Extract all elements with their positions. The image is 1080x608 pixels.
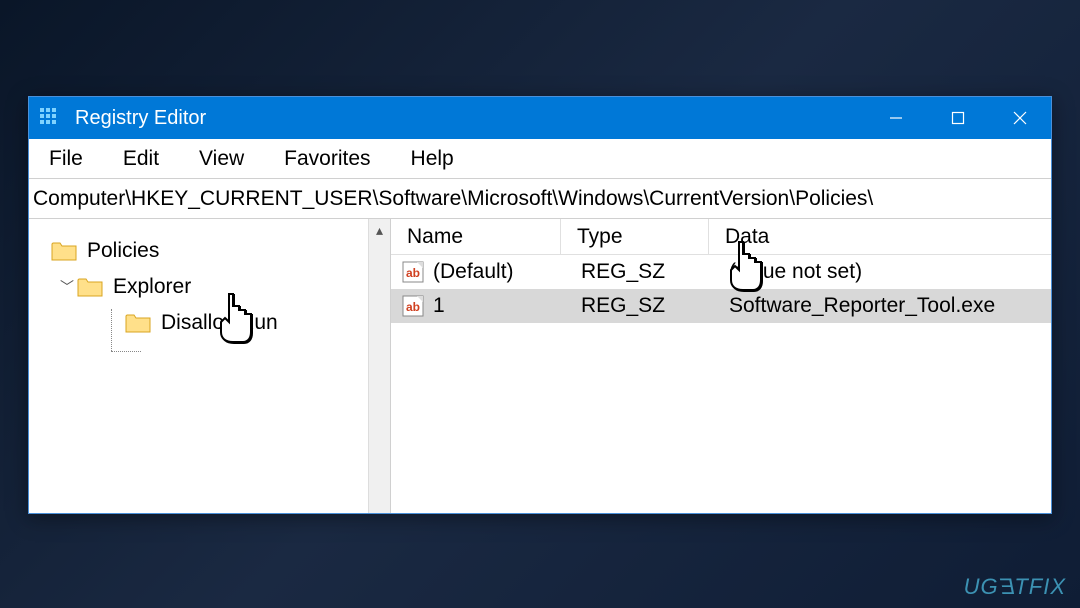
client-area: Policies ﹀ Explorer DisallowRun ▴	[29, 219, 1051, 513]
column-header-name[interactable]: Name	[391, 219, 561, 254]
values-pane[interactable]: Name Type Data ab (Default) REG_SZ (valu…	[391, 219, 1051, 513]
value-type: REG_SZ	[565, 260, 713, 284]
tree-label: DisallowRun	[161, 311, 278, 335]
folder-icon	[77, 276, 103, 298]
registry-editor-window: Registry Editor File Edit View Favorites…	[28, 96, 1052, 514]
tree-pane[interactable]: Policies ﹀ Explorer DisallowRun ▴	[29, 219, 391, 513]
value-data: (value not set)	[713, 260, 1051, 284]
menu-view[interactable]: View	[193, 143, 250, 175]
watermark: UGETFIX	[964, 574, 1066, 600]
menubar: File Edit View Favorites Help	[29, 139, 1051, 179]
value-data: Software_Reporter_Tool.exe	[713, 294, 1051, 318]
address-bar[interactable]: Computer\HKEY_CURRENT_USER\Software\Micr…	[29, 179, 1051, 219]
column-header-type[interactable]: Type	[561, 219, 709, 254]
menu-favorites[interactable]: Favorites	[278, 143, 376, 175]
string-value-icon: ab	[401, 294, 425, 318]
maximize-button[interactable]	[927, 97, 989, 139]
address-path: Computer\HKEY_CURRENT_USER\Software\Micr…	[33, 187, 873, 211]
window-controls	[865, 97, 1051, 139]
value-name: 1	[433, 294, 565, 318]
tree-scrollbar[interactable]: ▴	[368, 219, 390, 513]
close-button[interactable]	[989, 97, 1051, 139]
column-headers: Name Type Data	[391, 219, 1051, 255]
tree-node-disallowrun[interactable]: DisallowRun	[29, 305, 390, 341]
scroll-up-icon[interactable]: ▴	[369, 219, 390, 241]
value-name: (Default)	[433, 260, 565, 284]
column-header-data[interactable]: Data	[709, 219, 1051, 254]
svg-text:ab: ab	[406, 266, 420, 280]
tree-node-explorer[interactable]: ﹀ Explorer	[29, 269, 390, 305]
chevron-down-icon[interactable]: ﹀	[57, 277, 77, 297]
menu-file[interactable]: File	[43, 143, 89, 175]
folder-icon	[125, 312, 151, 334]
value-type: REG_SZ	[565, 294, 713, 318]
menu-help[interactable]: Help	[405, 143, 460, 175]
string-value-icon: ab	[401, 260, 425, 284]
tree-label: Policies	[87, 239, 159, 263]
svg-text:ab: ab	[406, 300, 420, 314]
value-row-default[interactable]: ab (Default) REG_SZ (value not set)	[391, 255, 1051, 289]
regedit-app-icon	[29, 97, 71, 139]
registry-tree: Policies ﹀ Explorer DisallowRun	[29, 233, 390, 341]
window-title: Registry Editor	[71, 107, 206, 130]
folder-icon	[51, 240, 77, 262]
minimize-button[interactable]	[865, 97, 927, 139]
tree-label: Explorer	[113, 275, 191, 299]
titlebar[interactable]: Registry Editor	[29, 97, 1051, 139]
menu-edit[interactable]: Edit	[117, 143, 165, 175]
tree-node-policies[interactable]: Policies	[29, 233, 390, 269]
value-row-1[interactable]: ab 1 REG_SZ Software_Reporter_Tool.exe	[391, 289, 1051, 323]
